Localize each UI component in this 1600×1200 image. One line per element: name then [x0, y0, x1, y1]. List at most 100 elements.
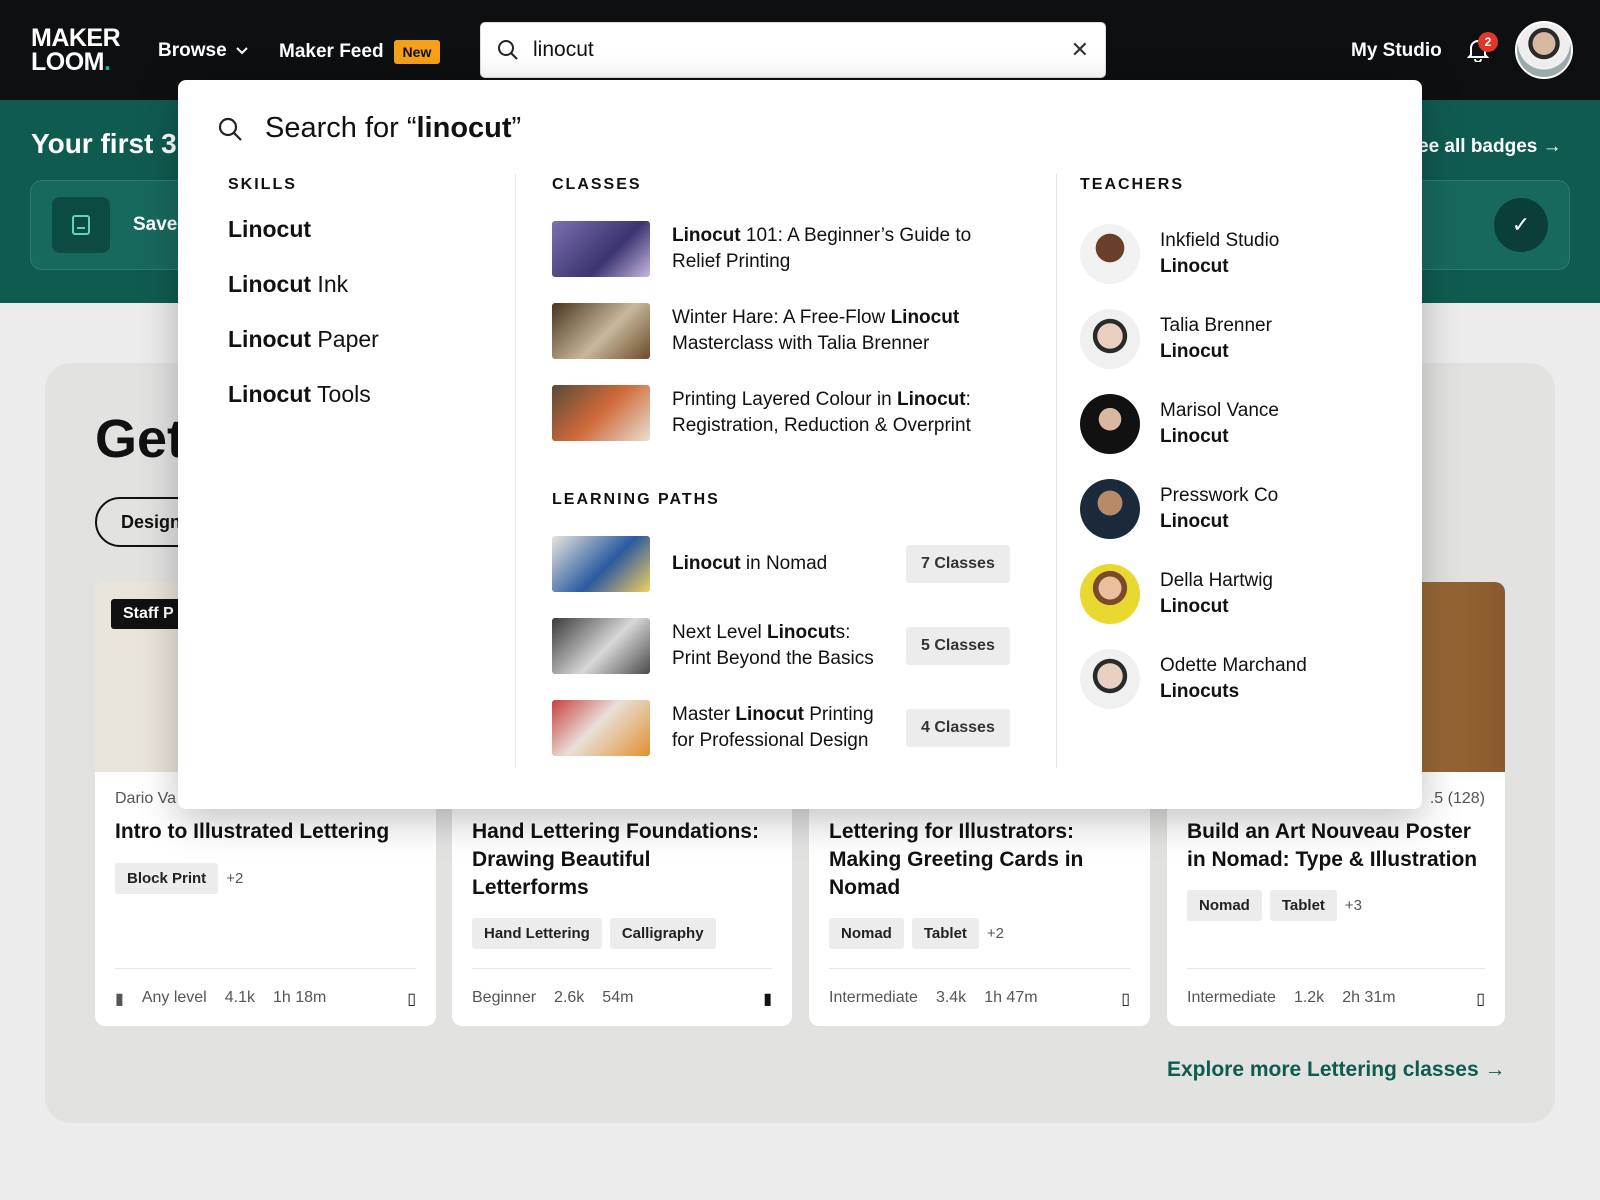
card-level: Intermediate — [829, 989, 918, 1006]
class-count-badge: 7 Classes — [906, 545, 1010, 583]
class-suggestion-title: Printing Layered Colour in Linocut: Regi… — [672, 387, 1002, 439]
tag[interactable]: Calligraphy — [609, 918, 716, 949]
search-for-prefix: Search for “ — [265, 112, 417, 144]
class-suggestion[interactable]: Printing Layered Colour in Linocut: Regi… — [552, 385, 1002, 441]
clear-search-icon[interactable]: ✕ — [1071, 37, 1089, 63]
skill-suggestion[interactable]: Linocut Ink — [228, 271, 348, 298]
section-heading: Get — [95, 409, 186, 469]
card-students: 1.2k — [1293, 989, 1325, 1006]
column-divider — [1056, 174, 1057, 768]
maker-feed-link[interactable]: Maker Feed New — [279, 40, 441, 64]
teacher-avatar — [1080, 649, 1140, 709]
card-level: Intermediate — [1187, 989, 1276, 1006]
path-suggestion[interactable]: Master Linocut Printing for Professional… — [552, 700, 892, 756]
teacher-suggestion[interactable]: Presswork Co Linocut — [1080, 479, 1278, 539]
bookmark-filled-icon[interactable]: ▮ — [763, 989, 772, 1009]
path-suggestion[interactable]: Linocut in Nomad — [552, 536, 892, 592]
teacher-suggestion[interactable]: Della Hartwig Linocut — [1080, 564, 1273, 624]
skill-rest: Tools — [311, 381, 371, 407]
teacher-avatar — [1080, 309, 1140, 369]
title-prefix: Next Level — [672, 622, 768, 643]
skill-suggestion[interactable]: Linocut Tools — [228, 381, 371, 408]
teachers-heading: TEACHERS — [1080, 176, 1185, 193]
card-rating: .5 (128) — [1429, 790, 1485, 807]
browse-label: Browse — [158, 40, 227, 61]
teacher-suggestion[interactable]: Marisol Vance Linocut — [1080, 394, 1279, 454]
search-for-suffix: ” — [511, 112, 522, 144]
teacher-name: Presswork Co — [1160, 485, 1279, 506]
user-avatar[interactable] — [1515, 21, 1573, 79]
tag[interactable]: Tablet — [1269, 890, 1337, 921]
teacher-avatar — [1080, 394, 1140, 454]
teacher-text: Odette Marchand Linocuts — [1160, 653, 1307, 705]
skill-suggestion[interactable]: Linocut — [228, 216, 311, 243]
path-thumbnail — [552, 700, 650, 756]
explore-more-link[interactable]: Explore more Lettering classes → — [1167, 1058, 1505, 1082]
browse-menu[interactable]: Browse — [158, 40, 249, 62]
teacher-text: Talia Brenner Linocut — [1160, 313, 1272, 365]
column-divider — [515, 174, 516, 768]
teacher-avatar — [1080, 479, 1140, 539]
more-tags: +2 — [986, 925, 1005, 942]
level-icon: ▮ — [115, 991, 124, 1008]
title-match: Linocut — [735, 704, 804, 725]
teacher-avatar — [1080, 224, 1140, 284]
skill-match: Linocut — [228, 216, 312, 242]
bookmark-icon[interactable]: ▯ — [1121, 989, 1130, 1009]
tag[interactable]: Nomad — [1187, 890, 1262, 921]
skill-suggestion[interactable]: Linocut Paper — [228, 326, 379, 353]
new-badge: New — [393, 40, 441, 64]
teacher-skill: Linocuts — [1160, 681, 1240, 702]
class-thumbnail — [552, 303, 650, 359]
card-tags: Block Print +2 — [115, 863, 243, 894]
skill-match: Linocut — [228, 271, 312, 297]
classes-heading: CLASSES — [552, 176, 642, 193]
my-studio-link[interactable]: My Studio — [1351, 40, 1442, 62]
more-tags: +2 — [226, 870, 244, 887]
title-prefix: Winter Hare: A Free-Flow — [672, 307, 891, 328]
title-match: Linocut — [890, 307, 960, 328]
teacher-skill: Linocut — [1160, 341, 1229, 362]
teacher-suggestion[interactable]: Talia Brenner Linocut — [1080, 309, 1272, 369]
teacher-text: Presswork Co Linocut — [1160, 483, 1278, 535]
chevron-down-icon — [235, 47, 248, 55]
teacher-text: Della Hartwig Linocut — [1160, 568, 1273, 620]
card-tags: Nomad Tablet +2 — [829, 918, 1004, 949]
tag[interactable]: Tablet — [911, 918, 979, 949]
card-title: Hand Lettering Foundations: Drawing Beau… — [472, 820, 759, 899]
search-input[interactable] — [533, 38, 1071, 62]
card-author: Dario Va — [115, 790, 177, 807]
teacher-suggestion[interactable]: Odette Marchand Linocuts — [1080, 649, 1307, 709]
tag[interactable]: Block Print — [115, 863, 219, 894]
class-suggestion[interactable]: Linocut 101: A Beginner’s Guide to Relie… — [552, 221, 1002, 277]
card-meta: Beginner 2.6k 54m ▮ — [472, 968, 772, 1009]
maker-loom-logo[interactable]: MAKER LOOM. — [31, 26, 121, 76]
arrow-right-icon: → — [1542, 136, 1562, 157]
check-icon: ✓ — [1494, 198, 1548, 252]
title-match: Linocut — [767, 622, 836, 643]
teacher-name: Inkfield Studio — [1160, 230, 1280, 251]
path-thumbnail — [552, 536, 650, 592]
tag[interactable]: Nomad — [829, 918, 904, 949]
title-match: Linocut — [672, 553, 741, 574]
class-suggestion[interactable]: Winter Hare: A Free-Flow Linocut Masterc… — [552, 303, 1002, 359]
class-count-badge: 5 Classes — [906, 627, 1010, 665]
card-title: Build an Art Nouveau Poster in Nomad: Ty… — [1187, 820, 1478, 871]
explore-label: Explore more Lettering classes — [1167, 1058, 1479, 1081]
teacher-text: Inkfield Studio Linocut — [1160, 228, 1279, 280]
card-tags: Nomad Tablet +3 — [1187, 890, 1362, 921]
bookmark-icon[interactable]: ▯ — [407, 989, 416, 1009]
logo-dot: . — [104, 48, 111, 76]
teacher-suggestion[interactable]: Inkfield Studio Linocut — [1080, 224, 1279, 284]
see-all-badges-link[interactable]: ee all badges → — [1418, 136, 1562, 158]
path-suggestion[interactable]: Next Level Linocuts: Print Beyond the Ba… — [552, 618, 892, 674]
teacher-name: Marisol Vance — [1160, 400, 1279, 421]
tag[interactable]: Hand Lettering — [472, 918, 602, 949]
card-title: Lettering for Illustrators: Making Greet… — [829, 820, 1084, 899]
search-for-row[interactable]: Search for “linocut” — [217, 112, 521, 145]
bookmark-icon[interactable]: ▯ — [1476, 989, 1485, 1009]
search-bar[interactable]: ✕ — [480, 22, 1106, 78]
skills-heading: SKILLS — [228, 176, 297, 193]
card-tags: Hand Lettering Calligraphy — [472, 918, 716, 949]
skill-match: Linocut — [228, 381, 312, 407]
